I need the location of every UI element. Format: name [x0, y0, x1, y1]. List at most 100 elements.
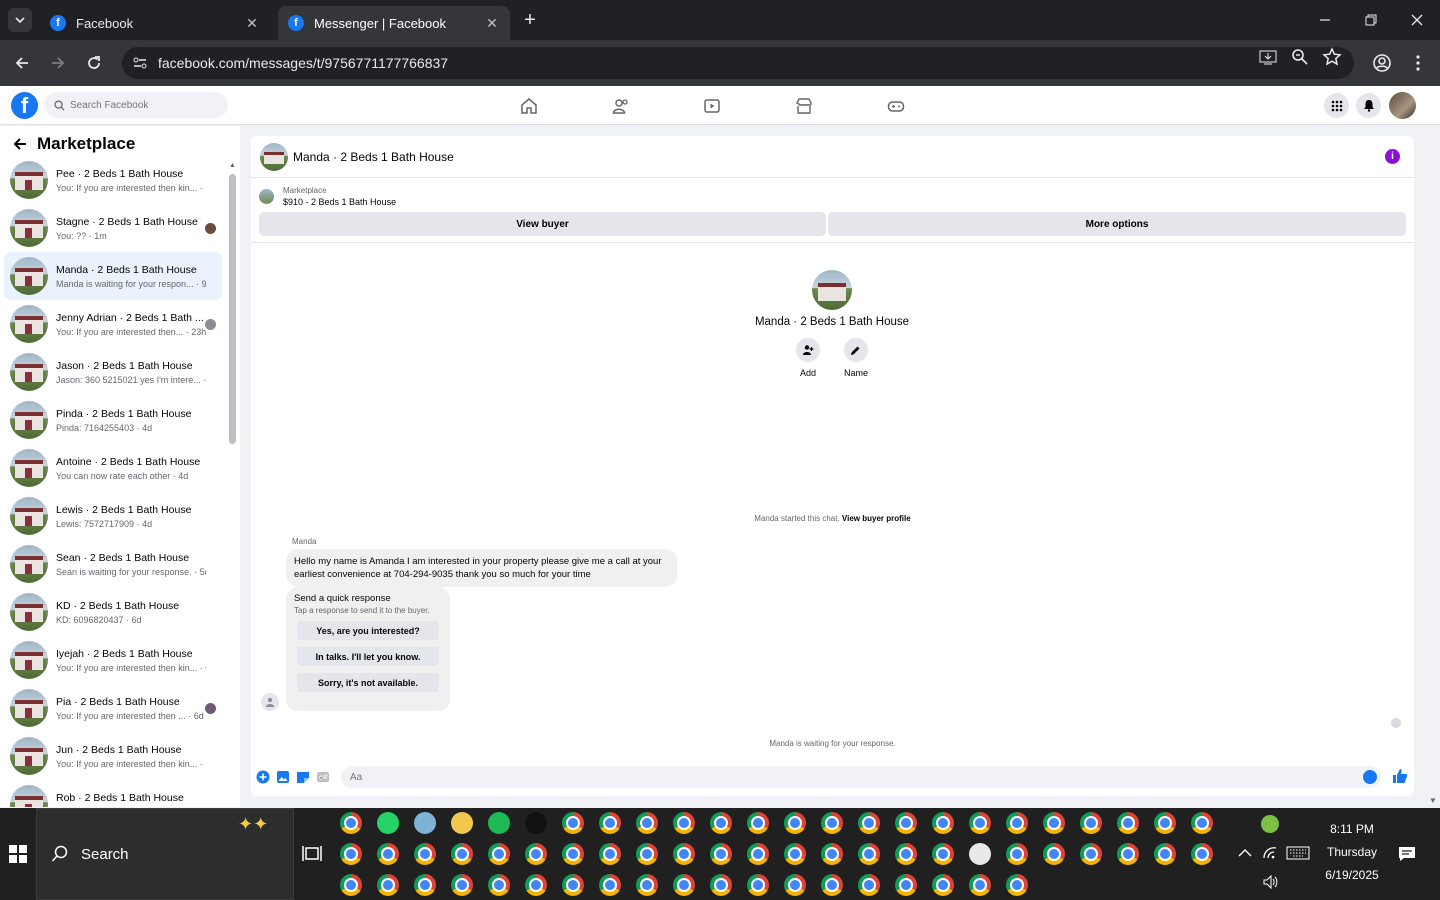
- facebook-logo[interactable]: f: [11, 92, 38, 119]
- conversation-item[interactable]: Jason · 2 Beds 1 Bath House Jason: 360 52…: [4, 348, 222, 396]
- browser-menu-button[interactable]: [1406, 51, 1430, 75]
- whatsapp-app-icon[interactable]: [377, 812, 399, 834]
- friends-nav[interactable]: [610, 95, 632, 117]
- reload-button[interactable]: [82, 51, 106, 75]
- marketplace-nav[interactable]: [793, 95, 815, 117]
- chrome-app-icon[interactable]: [932, 843, 954, 865]
- chrome-app-icon[interactable]: [636, 843, 658, 865]
- zoom-icon[interactable]: [1290, 47, 1310, 67]
- chrome-app-icon[interactable]: [414, 874, 436, 896]
- chrome-app-icon[interactable]: [599, 812, 621, 834]
- chrome-app-icon[interactable]: [562, 843, 584, 865]
- video-nav[interactable]: [701, 95, 723, 117]
- conversation-item[interactable]: Jenny Adrian · 2 Beds 1 Bath ... You: If …: [4, 300, 222, 348]
- conversation-item[interactable]: Pinda · 2 Beds 1 Bath House Pinda: 716425…: [4, 396, 222, 444]
- plus-circle-icon[interactable]: [256, 770, 270, 784]
- tab-search-button[interactable]: [8, 8, 32, 32]
- chrome-app-icon[interactable]: [821, 843, 843, 865]
- volume-icon[interactable]: [1262, 874, 1278, 890]
- chrome-app-icon[interactable]: [1006, 843, 1028, 865]
- bookmark-star-icon[interactable]: [1322, 47, 1342, 67]
- conversation-item[interactable]: Iyejah · 2 Beds 1 Bath House You: If you …: [4, 636, 222, 684]
- chrome-app-icon[interactable]: [1191, 843, 1213, 865]
- quick-reply-button[interactable]: Yes, are you interested?: [297, 621, 439, 640]
- spotify-app-icon[interactable]: [488, 812, 510, 834]
- conversation-item[interactable]: Sean · 2 Beds 1 Bath House Sean is waitin…: [4, 540, 222, 588]
- chrome-app-icon[interactable]: [451, 843, 473, 865]
- chat-avatar[interactable]: [260, 142, 288, 171]
- chrome-app-icon[interactable]: [895, 874, 917, 896]
- chrome-app-icon[interactable]: [1191, 812, 1213, 834]
- notifications-button[interactable]: [1356, 93, 1381, 118]
- conversation-item[interactable]: Pia · 2 Beds 1 Bath House You: If you are…: [4, 684, 222, 732]
- chrome-app-icon[interactable]: [969, 812, 991, 834]
- task-view-button[interactable]: [302, 844, 322, 864]
- chrome-app-icon[interactable]: [1006, 874, 1028, 896]
- chrome-app-icon[interactable]: [488, 874, 510, 896]
- forward-button[interactable]: [46, 51, 70, 75]
- more-options-button[interactable]: More options: [828, 212, 1406, 236]
- conversation-item[interactable]: Rob · 2 Beds 1 Bath House You: If you are…: [4, 780, 222, 807]
- chrome-app-icon[interactable]: [1080, 843, 1102, 865]
- chrome-app-icon[interactable]: [377, 874, 399, 896]
- chrome-app-icon[interactable]: [932, 812, 954, 834]
- chrome-app-icon[interactable]: [895, 843, 917, 865]
- minimize-button[interactable]: [1302, 0, 1348, 40]
- view-buyer-profile-link[interactable]: View buyer profile: [842, 514, 911, 523]
- chrome-app-icon[interactable]: [1080, 812, 1102, 834]
- chrome-app-icon[interactable]: [414, 843, 436, 865]
- chrome-app-icon[interactable]: [821, 812, 843, 834]
- listing-info[interactable]: Marketplace $910 - 2 Beds 1 Bath House: [259, 186, 396, 207]
- notification-center-icon[interactable]: [1398, 846, 1416, 862]
- chrome-app-icon[interactable]: [1154, 812, 1176, 834]
- chrome-app-icon[interactable]: [1043, 843, 1065, 865]
- facebook-search[interactable]: [44, 92, 228, 118]
- gif-icon[interactable]: [316, 770, 330, 784]
- chrome-app-icon[interactable]: [710, 843, 732, 865]
- notepad-app-icon[interactable]: [414, 812, 436, 834]
- chrome-app-icon[interactable]: [673, 812, 695, 834]
- thumbs-up-icon[interactable]: [1392, 768, 1408, 784]
- chrome-app-icon[interactable]: [340, 874, 362, 896]
- chrome-app-icon[interactable]: [1154, 843, 1176, 865]
- site-settings-icon[interactable]: [132, 55, 152, 71]
- back-button[interactable]: [10, 51, 34, 75]
- chrome-app-icon[interactable]: [784, 843, 806, 865]
- chrome-app-icon[interactable]: [451, 874, 473, 896]
- install-app-icon[interactable]: [1258, 47, 1278, 67]
- view-buyer-button[interactable]: View buyer: [259, 212, 826, 236]
- chrome-app-icon[interactable]: [1117, 843, 1139, 865]
- conversation-item[interactable]: Stagne · 2 Beds 1 Bath House You: ?? · 1m: [4, 204, 222, 252]
- sticker-icon[interactable]: [296, 770, 310, 784]
- restore-button[interactable]: [1348, 0, 1394, 40]
- name-chat-button[interactable]: Name: [843, 338, 868, 378]
- scroll-thumb[interactable]: [229, 174, 236, 444]
- tiktok-app-icon[interactable]: [525, 812, 547, 834]
- emoji-icon[interactable]: [1363, 770, 1377, 784]
- image-icon[interactable]: [276, 770, 290, 784]
- system-clock[interactable]: 8:11 PM Thursday 6/19/2025: [1314, 822, 1390, 882]
- chrome-app-icon[interactable]: [599, 874, 621, 896]
- info-icon[interactable]: i: [1385, 149, 1400, 164]
- account-avatar[interactable]: [1389, 92, 1416, 119]
- new-tab-button[interactable]: +: [518, 8, 542, 32]
- chrome-app-icon[interactable]: [747, 812, 769, 834]
- close-window-button[interactable]: [1394, 0, 1440, 40]
- chrome-app-icon[interactable]: [636, 812, 658, 834]
- chrome-app-icon[interactable]: [340, 843, 362, 865]
- wifi-icon[interactable]: [1262, 846, 1278, 860]
- chrome-app-icon[interactable]: [784, 812, 806, 834]
- chrome-app-icon[interactable]: [673, 874, 695, 896]
- chrome-app-icon[interactable]: [599, 843, 621, 865]
- close-tab-icon[interactable]: ✕: [244, 15, 260, 31]
- file-explorer-icon[interactable]: [451, 812, 473, 834]
- conversation-item[interactable]: Manda · 2 Beds 1 Bath House Manda is wait…: [4, 252, 222, 300]
- chrome-app-icon[interactable]: [562, 812, 584, 834]
- profile-button[interactable]: [1370, 51, 1394, 75]
- chrome-app-icon[interactable]: [710, 874, 732, 896]
- add-people-button[interactable]: Add: [795, 338, 820, 378]
- home-nav[interactable]: [518, 95, 540, 117]
- message-input[interactable]: [350, 771, 1330, 783]
- chrome-app-icon[interactable]: [969, 874, 991, 896]
- page-scrollbar[interactable]: ▼: [1426, 126, 1440, 807]
